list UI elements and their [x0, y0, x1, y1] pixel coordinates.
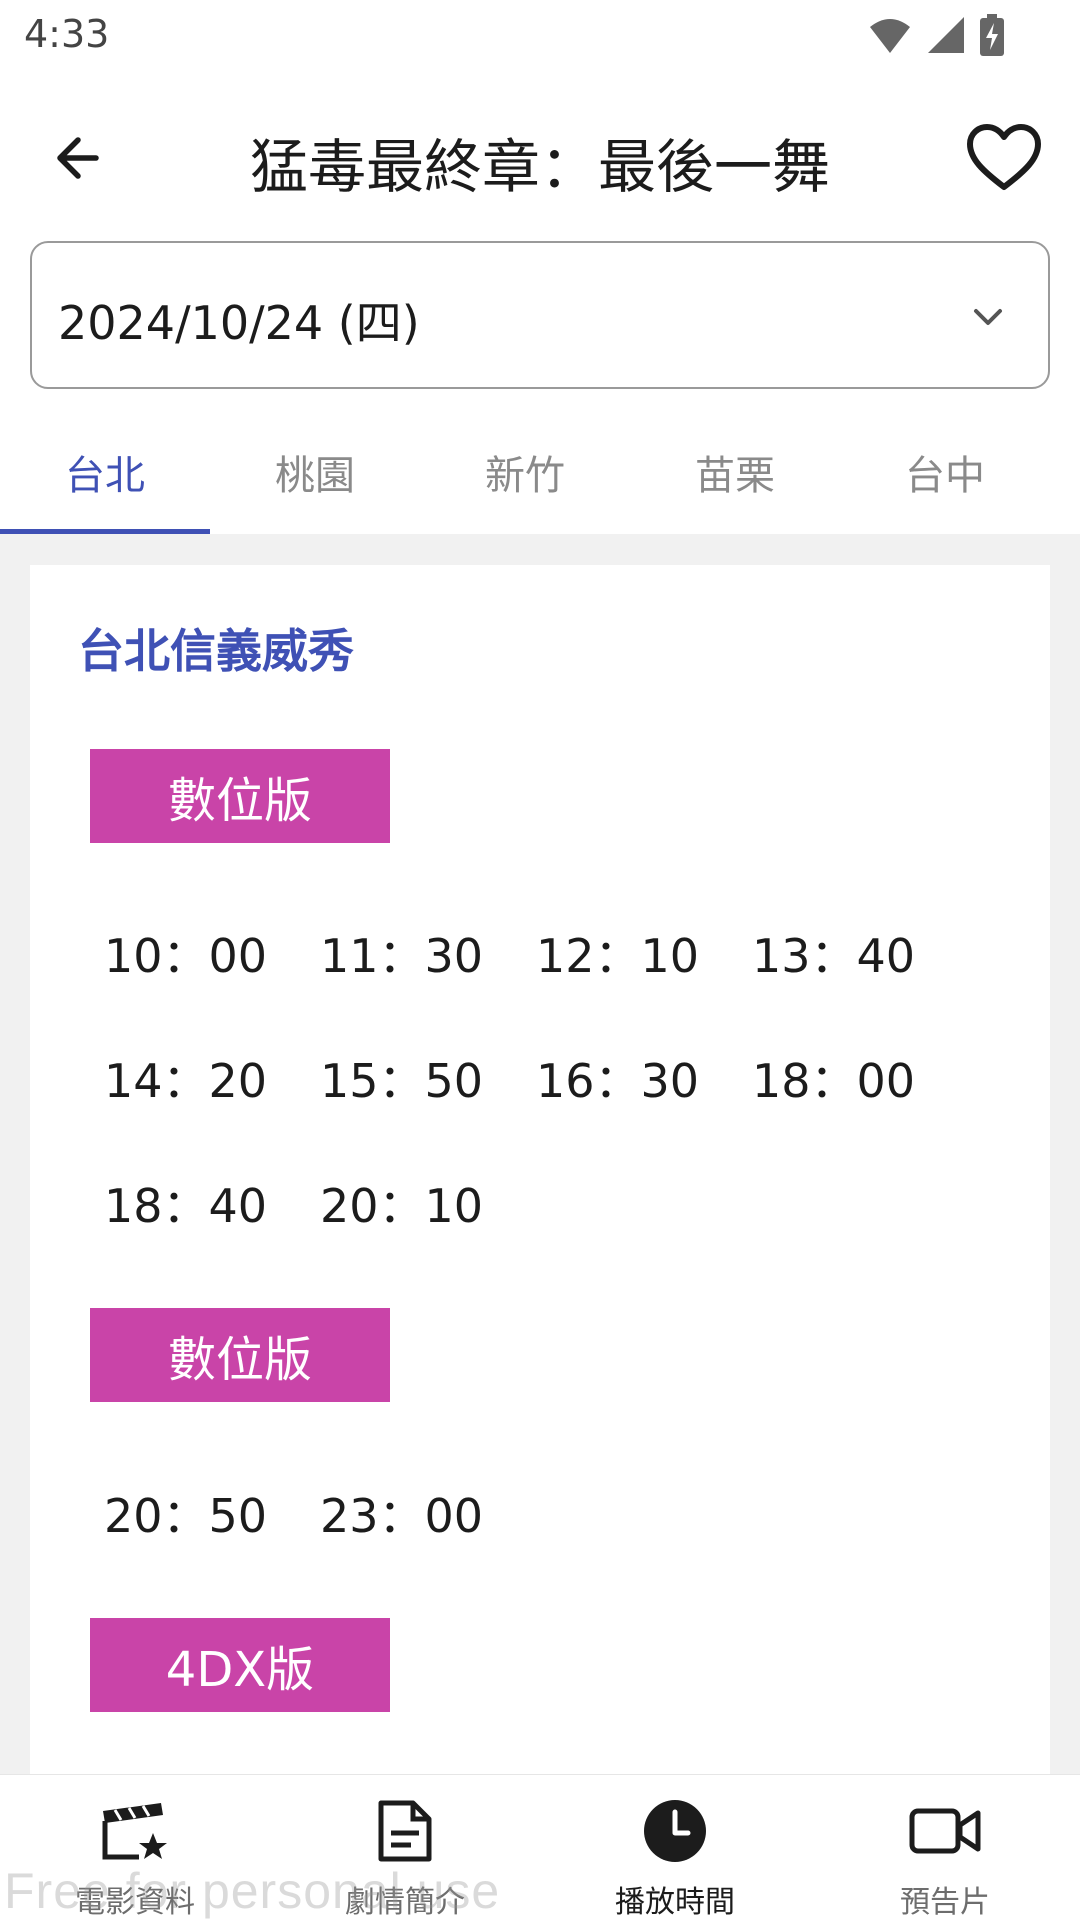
- showtime-button[interactable]: 14：20: [104, 1038, 304, 1118]
- cinema-card: 台北信義威秀 數位版 10：00 11：30 12：10 13：40 14：20…: [30, 565, 1050, 1775]
- showtime-button[interactable]: 10：00: [104, 913, 304, 993]
- region-tabs: 台北 桃園 新竹 苗栗 台中: [0, 410, 1080, 534]
- tab-taichung[interactable]: 台中: [840, 410, 1050, 534]
- video-camera-icon: [905, 1797, 985, 1865]
- showtime-button[interactable]: 18：40: [104, 1163, 304, 1243]
- tab-taipei[interactable]: 台北: [0, 410, 210, 534]
- showtime-button[interactable]: 20：50: [104, 1473, 304, 1553]
- date-select[interactable]: 2024/10/24 (四): [30, 241, 1050, 389]
- clock-icon: [635, 1797, 715, 1865]
- document-icon: [365, 1797, 445, 1865]
- nav-trailer[interactable]: 預告片: [810, 1775, 1080, 1920]
- showtime-button[interactable]: 13：40: [752, 913, 952, 993]
- chevron-down-icon: [964, 293, 1012, 341]
- tab-miaoli[interactable]: 苗栗: [630, 410, 840, 534]
- status-bar: 4:33: [0, 0, 1080, 80]
- showtime-button[interactable]: 23：00: [320, 1473, 520, 1553]
- version-badge: 數位版: [90, 1308, 390, 1402]
- nav-label: 預告片: [900, 1885, 990, 1920]
- showtime-button[interactable]: 18：00: [752, 1038, 952, 1118]
- cell-signal-icon: [926, 15, 966, 59]
- status-icons: [868, 14, 1004, 60]
- favorite-button[interactable]: [962, 118, 1046, 202]
- back-button[interactable]: [40, 122, 116, 198]
- heart-outline-icon: [965, 123, 1043, 197]
- movie-clapper-star-icon: [95, 1797, 175, 1865]
- date-select-value: 2024/10/24 (四): [58, 296, 420, 350]
- showtime-button[interactable]: 16：30: [536, 1038, 736, 1118]
- arrow-left-icon: [50, 130, 106, 190]
- nav-label: 播放時間: [615, 1885, 735, 1920]
- app-bar: 猛毒最終章：最後一舞: [0, 80, 1080, 230]
- showtime-button[interactable]: 20：10: [320, 1163, 520, 1243]
- cinema-name: 台北信義威秀: [78, 624, 354, 678]
- nav-showtimes[interactable]: 播放時間: [540, 1775, 810, 1920]
- showtime-button[interactable]: 11：30: [320, 913, 520, 993]
- version-badge: 數位版: [90, 749, 390, 843]
- wifi-icon: [868, 15, 912, 59]
- version-badge: 4DX版: [90, 1618, 390, 1712]
- battery-charging-icon: [980, 14, 1004, 60]
- screen: 4:33 猛毒最終章：最後一舞 2024/10/24 (四) 台北 桃園 新竹 …: [0, 0, 1080, 1920]
- status-time: 4:33: [24, 12, 110, 56]
- watermark: Free for personal use: [4, 1863, 501, 1919]
- showtime-button[interactable]: 12：10: [536, 913, 736, 993]
- page-title: 猛毒最終章：最後一舞: [249, 133, 830, 201]
- tab-hsinchu[interactable]: 新竹: [420, 410, 630, 534]
- showtime-button[interactable]: 15：50: [320, 1038, 520, 1118]
- tab-taoyuan[interactable]: 桃園: [210, 410, 420, 534]
